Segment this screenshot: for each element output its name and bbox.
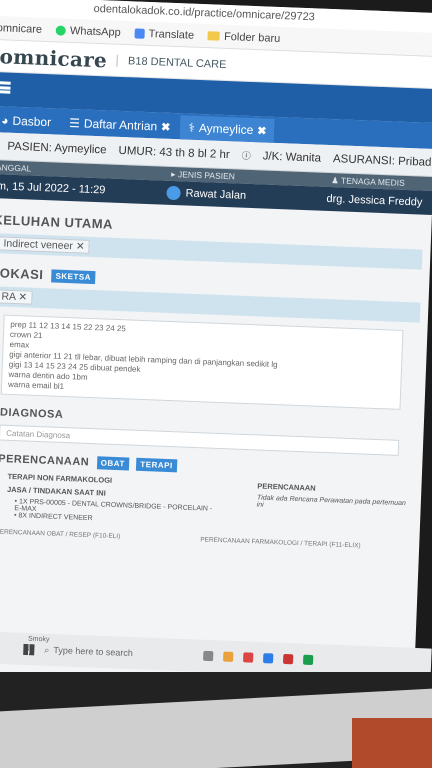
list-icon: ☰ (68, 115, 81, 131)
medical-record-form: KELUHAN UTAMA Indirect veneer ✕ LOKASI S… (0, 198, 432, 552)
tab-label: Aymeylice (198, 120, 254, 138)
plan-row: TERAPI NON FARMAKOLOGI JASA / TINDAKAN S… (6, 472, 414, 535)
staff-header: TENAGA MEDIS (340, 175, 405, 188)
weather-widget[interactable]: Smoky (28, 636, 50, 644)
close-icon[interactable]: ✖ (161, 120, 171, 133)
remove-icon[interactable]: ✕ (18, 291, 27, 303)
dashboard-icon: ◕ (0, 113, 9, 128)
patient-sex: J/K: Wanita (262, 149, 322, 165)
bookmark-omnicare[interactable]: omnicare (0, 22, 42, 36)
chrome-icon[interactable] (242, 652, 253, 663)
app-icon[interactable] (282, 653, 293, 665)
bookmark-label: Translate (148, 27, 195, 42)
jasa-item-label: 8X INDIRECT VENEER (18, 512, 93, 523)
taskbar-search[interactable]: ⌕ Type here to search (44, 644, 133, 658)
clinic-name: B18 DENTAL CARE (116, 54, 227, 71)
bookmark-label: Folder baru (223, 30, 281, 45)
perencanaan-column: PERENCANAAN Tidak ada Rencana Perawatan … (256, 482, 408, 535)
chip-label: RA (1, 290, 16, 304)
tab-daftar-antrian[interactable]: ☰ Daftar Antrian ✖ (61, 111, 179, 139)
lokasi-title: LOKASI (0, 265, 44, 283)
translate-icon (134, 27, 145, 39)
patient-insurance: ASURANSI: Pribadi (332, 152, 432, 169)
close-icon[interactable]: ✖ (257, 124, 267, 137)
perencanaan-title: PERENCANAAN (0, 452, 90, 469)
menu-icon[interactable] (0, 81, 11, 94)
browser-window: odentalokadok.co.id/practice/omnicare/29… (0, 0, 432, 693)
tab-label: Daftar Antrian (83, 116, 158, 134)
stethoscope-icon: ⚕ (188, 120, 196, 135)
excel-icon[interactable] (302, 654, 313, 666)
patient-name: PASIEN: Aymeylice (7, 140, 107, 156)
terapi-footer[interactable]: PERENCANAAN FARMAKOLOGI / TERAPI (F11-EL… (200, 536, 361, 549)
visit-date: um, 15 Jul 2022 - 11:29 (0, 180, 106, 197)
doctor-name: drg. Jessica Freddy (326, 192, 423, 209)
lokasi-chip[interactable]: RA ✕ (0, 289, 33, 305)
app-logo[interactable]: omnicare (0, 44, 108, 72)
bookmark-translate[interactable]: Translate (134, 27, 194, 41)
sketsa-button[interactable]: SKETSA (51, 269, 96, 285)
visit-type: Rawat Jalan (185, 187, 247, 202)
whatsapp-icon (55, 24, 67, 36)
folder-icon (207, 31, 221, 41)
weather-label: Smoky (27, 635, 50, 644)
person-icon (166, 185, 181, 201)
bookmark-label: omnicare (0, 21, 43, 36)
tindakan-column: TERAPI NON FARMAKOLOGI JASA / TINDAKAN S… (6, 472, 218, 527)
bookmark-folder[interactable]: Folder baru (207, 30, 281, 45)
type-header: JENIS PASIEN (177, 169, 236, 182)
user-icon: ♟ (330, 175, 342, 186)
obat-button[interactable]: OBAT (96, 456, 130, 471)
info-icon[interactable]: ⓘ (241, 149, 251, 162)
windows-icon[interactable] (23, 643, 35, 655)
edge-icon[interactable] (262, 653, 273, 664)
explorer-icon[interactable] (222, 651, 233, 662)
background-object (352, 718, 432, 768)
bookmark-whatsapp[interactable]: WhatsApp (55, 24, 121, 39)
keluhan-chip[interactable]: Indirect veneer ✕ (0, 236, 90, 254)
plan-text: Tidak ada Rencana Perawatan pada pertemu… (256, 494, 406, 509)
tab-dasbor[interactable]: ◕ Dasbor (0, 108, 60, 135)
remove-icon[interactable]: ✕ (76, 240, 85, 252)
tab-label: Dasbor (12, 113, 52, 130)
obat-footer[interactable]: PERENCANAAN OBAT / RESEP (F10-ELI) (0, 529, 120, 541)
search-placeholder: Type here to search (53, 645, 134, 659)
chip-label: Indirect veneer (3, 237, 74, 253)
patient-age: UMUR: 43 th 8 bl 2 hr (118, 144, 230, 161)
plan-header: PERENCANAAN (257, 481, 316, 493)
task-view-icon[interactable] (202, 650, 214, 662)
tab-patient[interactable]: ⚕ Aymeylice ✖ (179, 115, 275, 143)
bookmark-label: WhatsApp (69, 24, 121, 39)
search-icon: ⌕ (44, 644, 50, 655)
terapi-button[interactable]: TERAPI (136, 457, 177, 473)
lokasi-notes[interactable]: prep 11 12 13 14 15 22 23 24 25 crown 21… (0, 314, 404, 410)
